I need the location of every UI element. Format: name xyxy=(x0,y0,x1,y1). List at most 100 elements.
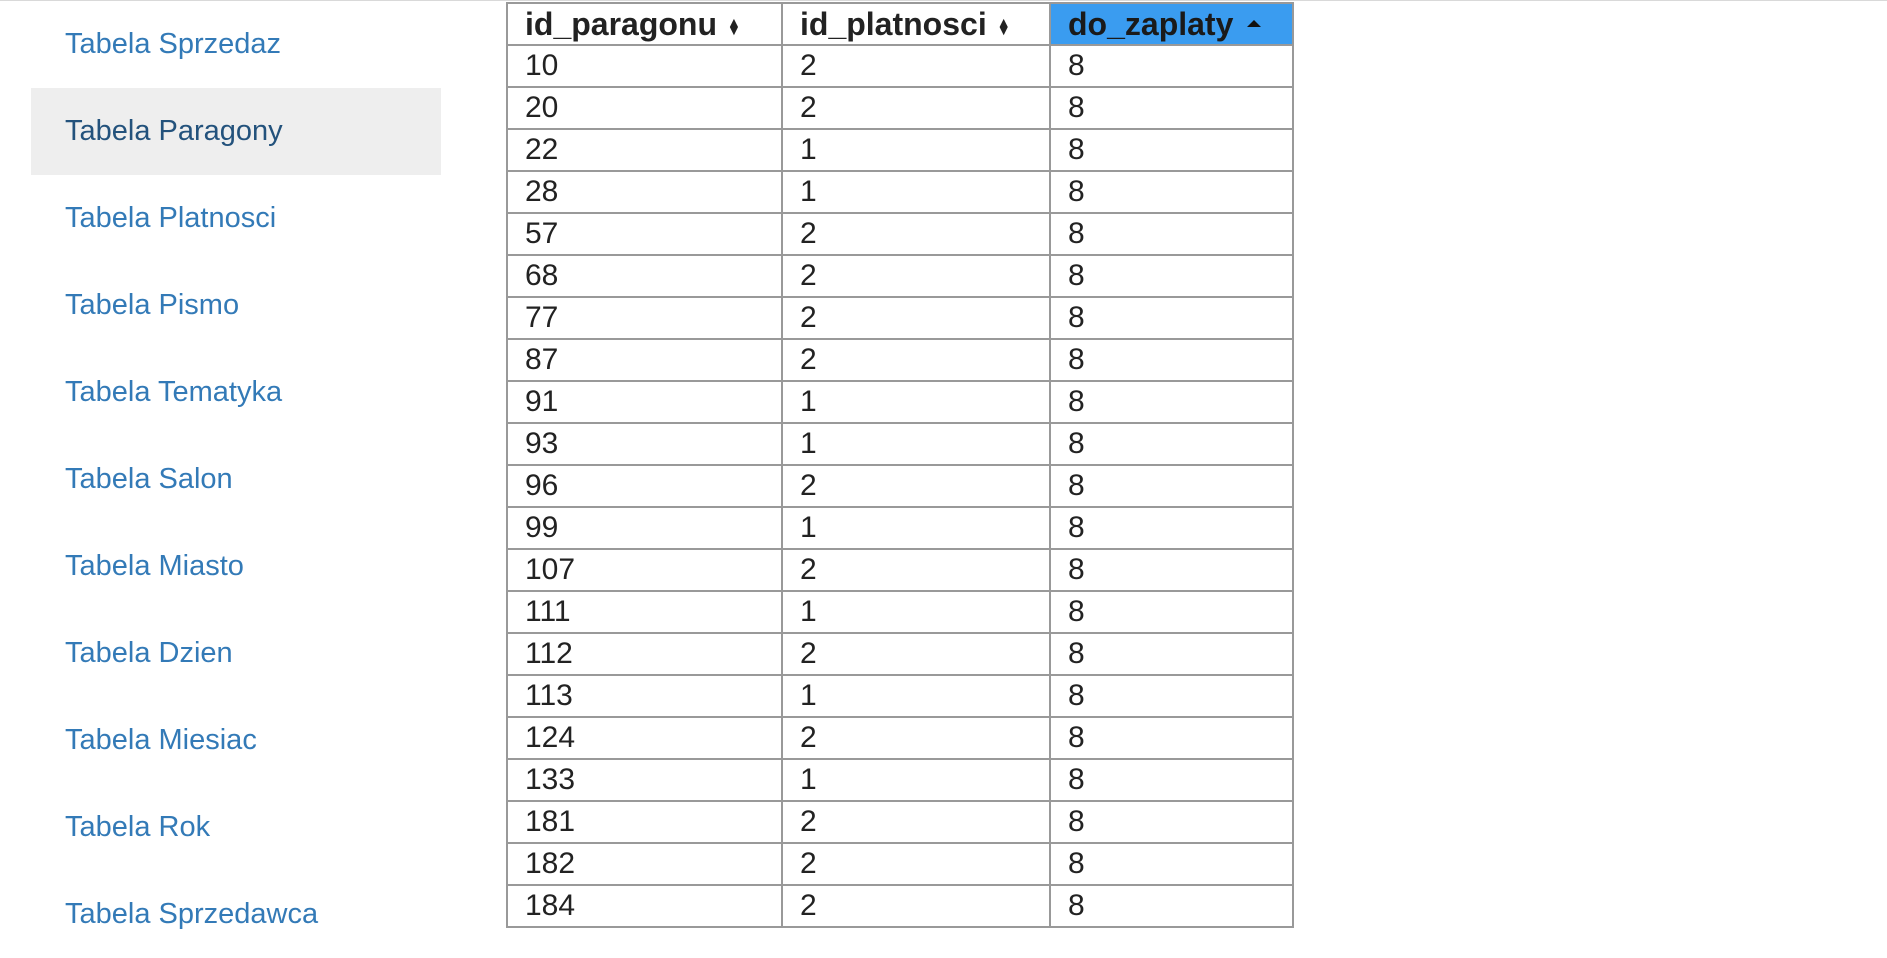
table-cell-id-platnosci: 1 xyxy=(781,128,1051,172)
sidebar-item-tabela-platnosci[interactable]: Tabela Platnosci xyxy=(31,175,441,262)
table-cell-do-zaplaty: 8 xyxy=(1049,212,1294,256)
table-cell-do-zaplaty: 8 xyxy=(1049,422,1294,466)
table-cell-id-paragonu: 111 xyxy=(506,590,783,634)
table-cell-id-platnosci: 2 xyxy=(781,800,1051,844)
table-cell-id-paragonu: 181 xyxy=(506,800,783,844)
table-cell-id-paragonu: 93 xyxy=(506,422,783,466)
table-cell-do-zaplaty: 8 xyxy=(1049,548,1294,592)
column-header-id-paragonu[interactable]: id_paragonu ▲ ▼ xyxy=(506,2,783,46)
sidebar-item-tabela-miasto[interactable]: Tabela Miasto xyxy=(31,523,441,610)
table-row: 107 2 8 xyxy=(506,548,1294,592)
table-row: 91 1 8 xyxy=(506,380,1294,424)
table-cell-id-platnosci: 2 xyxy=(781,296,1051,340)
sort-ascending-icon xyxy=(1247,19,1262,27)
table-cell-do-zaplaty: 8 xyxy=(1049,338,1294,382)
table-cell-id-platnosci: 1 xyxy=(781,506,1051,550)
table-row: 112 2 8 xyxy=(506,632,1294,676)
table-cell-do-zaplaty: 8 xyxy=(1049,170,1294,214)
table-cell-do-zaplaty: 8 xyxy=(1049,254,1294,298)
table-row: 93 1 8 xyxy=(506,422,1294,466)
sidebar-item-tabela-sprzedaz[interactable]: Tabela Sprzedaz xyxy=(31,1,441,88)
sort-both-icon: ▲ ▼ xyxy=(996,14,1011,39)
table-row: 87 2 8 xyxy=(506,338,1294,382)
table-row: 113 1 8 xyxy=(506,674,1294,718)
table-cell-id-paragonu: 184 xyxy=(506,884,783,928)
table-header-row: id_paragonu ▲ ▼ id_platnosci ▲ ▼ do_zaplaty xyxy=(506,2,1294,46)
table-cell-id-platnosci: 1 xyxy=(781,422,1051,466)
sidebar-item-tabela-rok[interactable]: Tabela Rok xyxy=(31,784,441,871)
table-row: 124 2 8 xyxy=(506,716,1294,760)
table-cell-do-zaplaty: 8 xyxy=(1049,128,1294,172)
table-row: 96 2 8 xyxy=(506,464,1294,508)
table-cell-id-platnosci: 2 xyxy=(781,44,1051,88)
table-cell-id-platnosci: 2 xyxy=(781,338,1051,382)
table-cell-id-platnosci: 2 xyxy=(781,842,1051,886)
table-cell-id-paragonu: 124 xyxy=(506,716,783,760)
table-cell-do-zaplaty: 8 xyxy=(1049,296,1294,340)
table-row: 28 1 8 xyxy=(506,170,1294,214)
table-cell-id-platnosci: 1 xyxy=(781,674,1051,718)
table-row: 182 2 8 xyxy=(506,842,1294,886)
table-row: 184 2 8 xyxy=(506,884,1294,928)
table-cell-do-zaplaty: 8 xyxy=(1049,380,1294,424)
column-header-label: id_platnosci xyxy=(800,5,987,42)
table-body: 10 2 8 20 2 8 22 1 8 28 1 8 57 2 8 68 2 8 77 2 8 87 2 8 91 1 8 93 1 8… xyxy=(506,44,1294,928)
table-row: 77 2 8 xyxy=(506,296,1294,340)
sidebar-item-tabela-tematyka[interactable]: Tabela Tematyka xyxy=(31,349,441,436)
table-cell-id-platnosci: 2 xyxy=(781,548,1051,592)
table-cell-id-paragonu: 182 xyxy=(506,842,783,886)
table-row: 22 1 8 xyxy=(506,128,1294,172)
table-row: 99 1 8 xyxy=(506,506,1294,550)
table-cell-id-paragonu: 57 xyxy=(506,212,783,256)
table-cell-id-platnosci: 1 xyxy=(781,380,1051,424)
table-row: 181 2 8 xyxy=(506,800,1294,844)
table-cell-do-zaplaty: 8 xyxy=(1049,506,1294,550)
table-cell-id-paragonu: 99 xyxy=(506,506,783,550)
table-cell-do-zaplaty: 8 xyxy=(1049,674,1294,718)
table-cell-do-zaplaty: 8 xyxy=(1049,842,1294,886)
table-cell-id-paragonu: 28 xyxy=(506,170,783,214)
column-header-id-platnosci[interactable]: id_platnosci ▲ ▼ xyxy=(781,2,1051,46)
sidebar-item-tabela-salon[interactable]: Tabela Salon xyxy=(31,436,441,523)
sidebar-item-tabela-paragony[interactable]: Tabela Paragony xyxy=(31,88,441,175)
table-cell-id-paragonu: 133 xyxy=(506,758,783,802)
table-cell-do-zaplaty: 8 xyxy=(1049,44,1294,88)
table-cell-id-paragonu: 22 xyxy=(506,128,783,172)
table-cell-id-paragonu: 112 xyxy=(506,632,783,676)
table-row: 57 2 8 xyxy=(506,212,1294,256)
table-cell-id-paragonu: 113 xyxy=(506,674,783,718)
table-cell-id-paragonu: 96 xyxy=(506,464,783,508)
table-row: 10 2 8 xyxy=(506,44,1294,88)
paragony-table: id_paragonu ▲ ▼ id_platnosci ▲ ▼ do_zaplaty 10… xyxy=(506,2,1294,928)
table-cell-id-paragonu: 77 xyxy=(506,296,783,340)
sidebar-nav: Tabela Sprzedaz Tabela Paragony Tabela Pla… xyxy=(31,1,441,958)
table-row: 111 1 8 xyxy=(506,590,1294,634)
table-cell-do-zaplaty: 8 xyxy=(1049,884,1294,928)
table-cell-id-platnosci: 2 xyxy=(781,464,1051,508)
column-header-label: id_paragonu xyxy=(525,5,718,42)
table-cell-do-zaplaty: 8 xyxy=(1049,716,1294,760)
table-row: 68 2 8 xyxy=(506,254,1294,298)
table-cell-id-platnosci: 2 xyxy=(781,884,1051,928)
table-cell-id-platnosci: 2 xyxy=(781,86,1051,130)
sidebar-item-tabela-pismo[interactable]: Tabela Pismo xyxy=(31,262,441,349)
table-cell-id-platnosci: 2 xyxy=(781,716,1051,760)
table-cell-do-zaplaty: 8 xyxy=(1049,800,1294,844)
table-cell-id-platnosci: 2 xyxy=(781,254,1051,298)
table-cell-id-platnosci: 1 xyxy=(781,590,1051,634)
sidebar-item-tabela-dzien[interactable]: Tabela Dzien xyxy=(31,610,441,697)
column-header-label: do_zaplaty xyxy=(1068,5,1234,42)
sidebar-item-tabela-miesiac[interactable]: Tabela Miesiac xyxy=(31,697,441,784)
table-row: 20 2 8 xyxy=(506,86,1294,130)
table-cell-id-paragonu: 91 xyxy=(506,380,783,424)
table-cell-id-paragonu: 68 xyxy=(506,254,783,298)
table-cell-id-paragonu: 87 xyxy=(506,338,783,382)
table-cell-do-zaplaty: 8 xyxy=(1049,632,1294,676)
table-cell-do-zaplaty: 8 xyxy=(1049,464,1294,508)
table-cell-id-paragonu: 10 xyxy=(506,44,783,88)
table-cell-id-platnosci: 1 xyxy=(781,170,1051,214)
data-table-container: id_paragonu ▲ ▼ id_platnosci ▲ ▼ do_zaplaty 10… xyxy=(506,2,1294,928)
table-cell-id-platnosci: 1 xyxy=(781,758,1051,802)
table-cell-id-platnosci: 2 xyxy=(781,632,1051,676)
column-header-do-zaplaty[interactable]: do_zaplaty xyxy=(1049,2,1294,46)
